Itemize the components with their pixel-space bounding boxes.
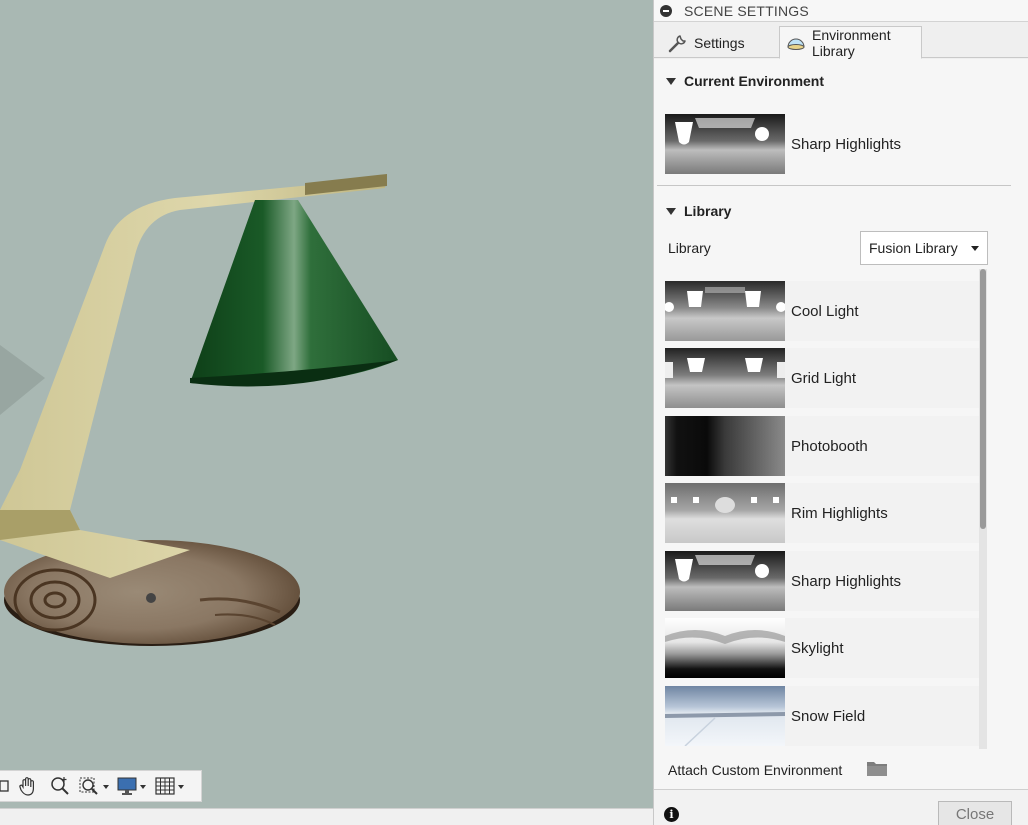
environment-library-content: Current Environment Sharp Highlights Lib… <box>654 59 1028 789</box>
environment-thumbnail-cool-light <box>665 281 785 341</box>
chevron-down-icon <box>971 245 979 251</box>
tab-settings-label: Settings <box>694 34 745 51</box>
desk-lamp-model[interactable] <box>0 0 653 825</box>
tab-environment-library-label: Environment Library <box>812 26 891 59</box>
environment-name: Photobooth <box>791 437 868 455</box>
environment-name: Rim Highlights <box>791 504 888 522</box>
tab-bar: Settings Environment Library <box>654 22 1028 59</box>
current-environment-header[interactable]: Current Environment <box>666 73 824 89</box>
list-item-grid-light[interactable]: Grid Light <box>665 348 980 408</box>
pan-hand-icon[interactable] <box>14 772 42 800</box>
environment-name: Grid Light <box>791 369 857 387</box>
folder-icon[interactable] <box>866 759 888 780</box>
environment-thumbnail-snow-field <box>665 686 785 746</box>
canvas-viewport[interactable] <box>0 0 653 825</box>
fit-icon[interactable] <box>78 772 112 800</box>
environment-list: Cool Light Grid Light Photobooth Rim Hig… <box>665 281 980 748</box>
list-item-snow-field[interactable]: Snow Field <box>665 686 980 746</box>
environment-thumbnail-sharp-highlights <box>665 551 785 611</box>
library-dropdown-value: Fusion Library <box>869 240 958 256</box>
collapse-panel-icon[interactable] <box>660 4 672 17</box>
tab-environment-library[interactable]: Environment Library <box>779 26 922 59</box>
panel-title: SCENE SETTINGS <box>684 2 809 19</box>
section-divider <box>657 185 1011 186</box>
list-item-rim-highlights[interactable]: Rim Highlights <box>665 483 980 543</box>
panel-header: SCENE SETTINGS <box>654 0 1028 22</box>
expand-triangle-icon <box>666 77 676 85</box>
environment-name: Sharp Highlights <box>791 572 902 590</box>
attach-custom-environment-label: Attach Custom Environment <box>668 761 843 778</box>
info-icon[interactable]: i <box>664 807 679 822</box>
library-heading: Library <box>684 203 732 219</box>
list-item-sharp-highlights[interactable]: Sharp Highlights <box>665 551 980 611</box>
environment-name: Snow Field <box>791 707 866 725</box>
wrench-icon <box>668 33 688 53</box>
list-item-skylight[interactable]: Skylight <box>665 618 980 678</box>
environment-thumbnail-photobooth <box>665 416 785 476</box>
navigation-toolbar <box>0 770 202 802</box>
current-environment-heading: Current Environment <box>684 73 825 89</box>
library-header[interactable]: Library <box>666 203 731 219</box>
environment-name: Cool Light <box>791 302 859 320</box>
library-dropdown[interactable]: Fusion Library <box>860 231 988 265</box>
environment-dome-icon <box>786 35 806 51</box>
tab-settings[interactable]: Settings <box>662 26 751 59</box>
status-bar <box>0 808 653 825</box>
current-environment-name: Sharp Highlights <box>791 135 902 153</box>
panel-footer: i Close <box>654 789 1028 825</box>
environment-thumbnail-grid-light <box>665 348 785 408</box>
environment-thumbnail-rim-highlights <box>665 483 785 543</box>
library-label: Library <box>668 240 711 256</box>
environment-thumbnail-skylight <box>665 618 785 678</box>
current-environment-item: Sharp Highlights <box>665 114 901 174</box>
environment-list-scrollbar[interactable] <box>979 269 987 749</box>
grid-settings-icon[interactable] <box>154 772 188 800</box>
environment-name: Skylight <box>791 639 844 657</box>
scrollbar-thumb[interactable] <box>980 269 986 529</box>
list-item-photobooth[interactable]: Photobooth <box>665 416 980 476</box>
display-settings-icon[interactable] <box>116 772 150 800</box>
list-item-cool-light[interactable]: Cool Light <box>665 281 980 341</box>
orbit-icon[interactable] <box>0 772 10 800</box>
zoom-icon[interactable] <box>46 772 74 800</box>
scene-settings-panel: SCENE SETTINGS Settings Environment Libr… <box>653 0 1028 825</box>
expand-triangle-icon <box>666 207 676 215</box>
close-button[interactable]: Close <box>938 801 1012 825</box>
library-selector-row: Library Fusion Library <box>668 231 988 265</box>
attach-custom-environment-row: Attach Custom Environment <box>668 759 888 780</box>
environment-thumbnail-sharp-highlights <box>665 114 785 174</box>
